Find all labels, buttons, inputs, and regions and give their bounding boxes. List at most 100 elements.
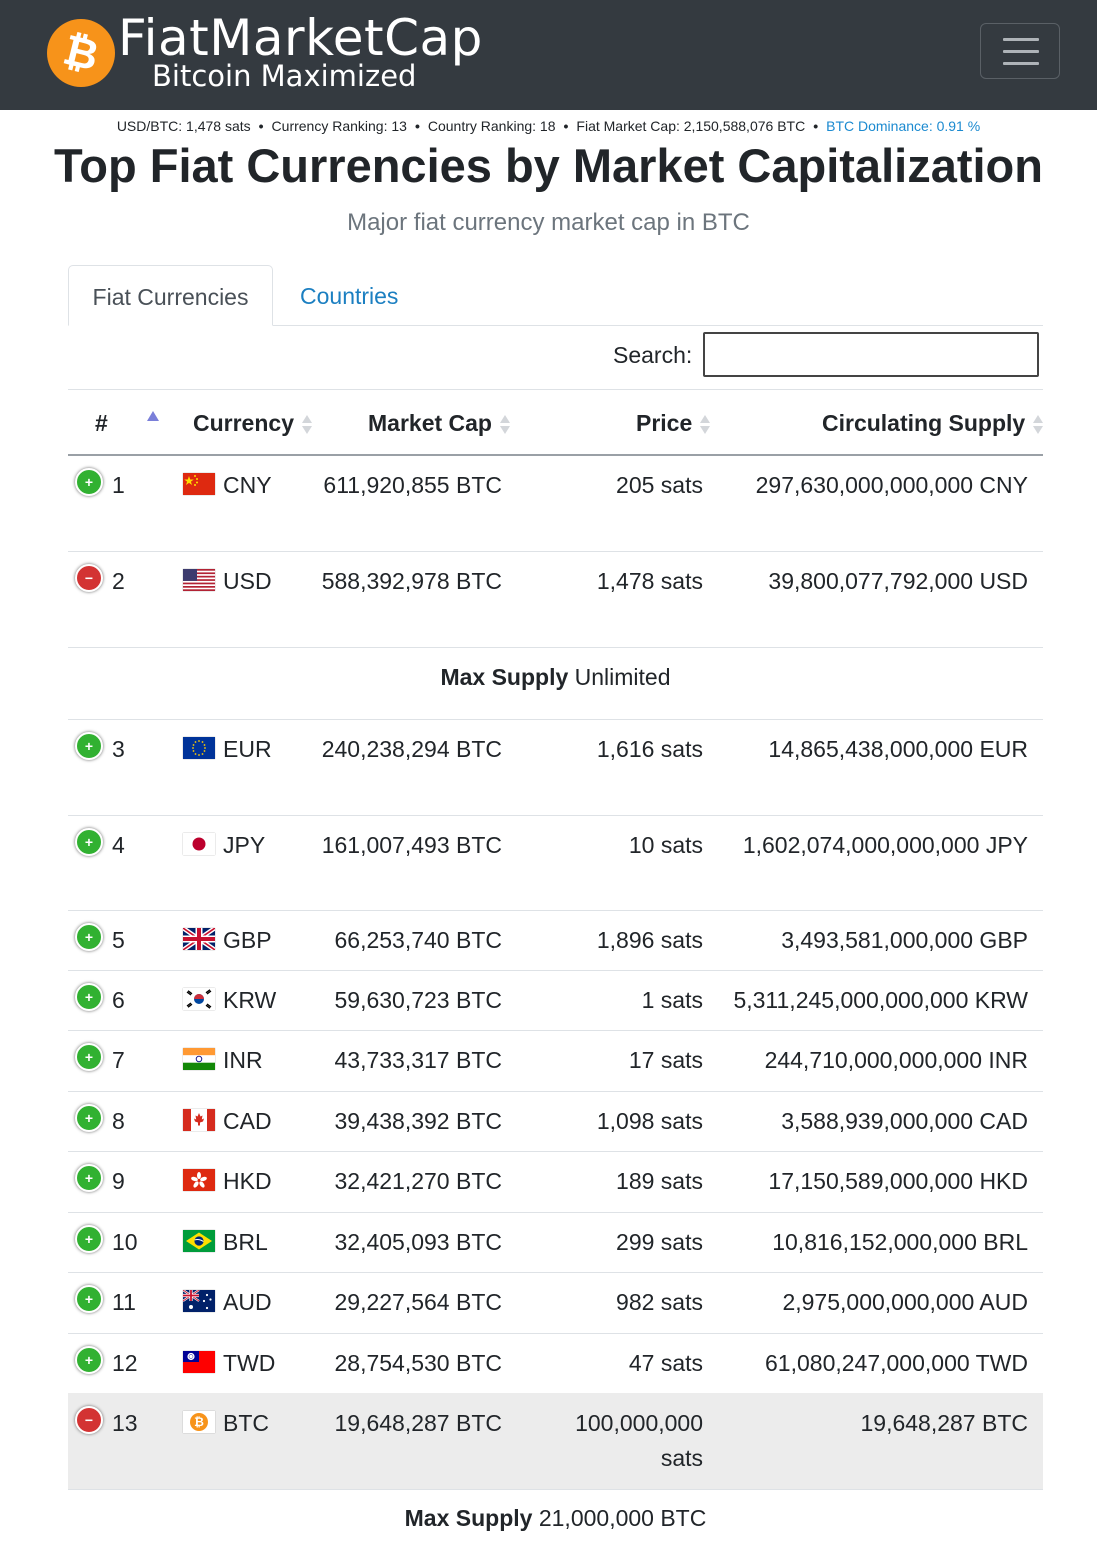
cell-rank: 7 (112, 1047, 125, 1073)
hamburger-icon (1003, 50, 1039, 53)
header-currency-label: Currency (193, 410, 294, 436)
cell-currency-link[interactable]: BRL (223, 1225, 268, 1260)
cell-market-cap: 588,392,978 BTC (321, 568, 502, 594)
tab-fiat-currencies[interactable]: Fiat Currencies (68, 265, 273, 326)
cell-currency-link[interactable]: AUD (223, 1285, 272, 1320)
max-supply-value: 21,000,000 BTC (538, 1505, 707, 1531)
cell-currency-link[interactable]: EUR (223, 732, 272, 767)
menu-toggle-button[interactable] (980, 23, 1060, 79)
header-currency[interactable]: Currency (193, 408, 312, 438)
expand-row-icon[interactable]: + (75, 1164, 103, 1192)
max-supply-label: Max Supply (440, 664, 569, 690)
cell-market-cap: 43,733,317 BTC (334, 1047, 502, 1073)
expand-row-icon[interactable]: + (75, 1104, 103, 1132)
table-row[interactable]: +4 JPY 161,007,493 BTC 10 sats 1,602,074,000… (68, 815, 1043, 910)
cell-currency-link[interactable]: CAD (223, 1104, 272, 1139)
cell-currency-link[interactable]: TWD (223, 1346, 275, 1381)
flag-gbp-icon (183, 928, 215, 950)
tab-countries[interactable]: Countries (300, 281, 398, 311)
cell-price: 1,478 sats (596, 568, 703, 594)
cell-market-cap: 59,630,723 BTC (334, 987, 502, 1013)
stat-usd-btc: USD/BTC: 1,478 sats (116, 118, 251, 134)
cell-rank: 10 (112, 1229, 138, 1255)
cell-rank: 12 (112, 1350, 138, 1376)
flag-twd-icon (183, 1351, 215, 1373)
row-divider (68, 1489, 1043, 1490)
flag-krw-icon (183, 988, 215, 1010)
table-row[interactable]: +10 BRL 32,405,093 BTC 299 sats 10,816,152,0… (68, 1212, 1043, 1272)
cell-currency-link[interactable]: JPY (223, 828, 265, 863)
table-row[interactable]: +9 HKD 32,421,270 BTC 189 sats 17,150,589,00… (68, 1151, 1043, 1212)
table-row[interactable]: −2 USD 588,392,978 BTC 1,478 sats 39,800,077… (68, 551, 1043, 647)
stat-separator: • (563, 118, 569, 134)
cell-rank: 2 (112, 568, 125, 594)
table-row[interactable]: +3 EUR 240,238,294 BTC 1,616 sats 14,865,438… (68, 719, 1043, 815)
expand-row-icon[interactable]: + (75, 1225, 103, 1253)
table-row[interactable]: +12 TWD 28,754,530 BTC 47 sats 61,080,247,00… (68, 1333, 1043, 1393)
bitcoin-logo-icon[interactable]: ₿ (47, 19, 115, 87)
flag-eur-icon (183, 737, 215, 759)
expand-row-icon[interactable]: + (75, 828, 103, 856)
cell-rank: 9 (112, 1168, 125, 1194)
cell-supply: 244,710,000,000,000 INR (764, 1047, 1028, 1073)
row-divider (68, 647, 1043, 648)
expand-row-icon[interactable]: + (75, 1346, 103, 1374)
table-row[interactable]: +5 GBP 66,253,740 BTC 1,896 sats 3,493,581,0… (68, 910, 1043, 970)
cell-rank: 6 (112, 987, 125, 1013)
cell-currency-link[interactable]: INR (223, 1043, 263, 1078)
cell-price: 982 sats (616, 1289, 703, 1315)
header-market-cap[interactable]: Market Cap (368, 408, 510, 438)
cell-currency-link[interactable]: CNY (223, 468, 272, 503)
cell-price: 17 sats (628, 1047, 703, 1073)
cell-market-cap: 29,227,564 BTC (334, 1289, 502, 1315)
expand-row-icon[interactable]: + (75, 732, 103, 760)
cell-currency-link[interactable]: BTC (223, 1406, 269, 1441)
hamburger-icon (1003, 62, 1039, 65)
cell-rank: 13 (112, 1410, 138, 1436)
table-row[interactable]: +6 KRW 59,630,723 BTC 1 sats 5,311,245,000,0… (68, 970, 1043, 1030)
cell-currency-link[interactable]: USD (223, 564, 272, 599)
table-row[interactable]: +7 INR 43,733,317 BTC 17 sats 244,710,000,00… (68, 1030, 1043, 1091)
cell-currency-link[interactable]: KRW (223, 983, 276, 1018)
cell-supply: 297,630,000,000,000 CNY (755, 472, 1028, 498)
divider (68, 389, 1043, 390)
cell-currency-link[interactable]: GBP (223, 923, 272, 958)
stat-btc-dominance-link[interactable]: BTC Dominance: 0.91 % (826, 118, 980, 134)
cell-rank: 8 (112, 1108, 125, 1134)
table-row[interactable]: +1 CNY 611,920,855 BTC 205 sats 297,630,000,… (68, 455, 1043, 551)
cell-market-cap: 39,438,392 BTC (334, 1108, 502, 1134)
cell-market-cap: 611,920,855 BTC (323, 472, 502, 498)
navbar: ₿ FiatMarketCap Bitcoin Maximized (0, 0, 1097, 110)
cell-currency-link[interactable]: HKD (223, 1164, 272, 1199)
header-supply[interactable]: Circulating Supply (822, 408, 1044, 438)
flag-inr-icon (183, 1048, 215, 1070)
collapse-row-icon[interactable]: − (75, 1406, 103, 1434)
btc-child-row: Max Supply 21,000,000 BTC (68, 1503, 1043, 1533)
expand-row-icon[interactable]: + (75, 1285, 103, 1313)
flag-usd-icon (183, 569, 215, 591)
cell-market-cap: 32,421,270 BTC (334, 1168, 502, 1194)
sort-ascending-icon[interactable] (147, 411, 159, 421)
table-row[interactable]: +8 CAD 39,438,392 BTC 1,098 sats 3,588,939,0… (68, 1091, 1043, 1151)
expand-row-icon[interactable]: + (75, 923, 103, 951)
sort-icon (301, 414, 312, 436)
cell-supply: 1,602,074,000,000,000 JPY (742, 832, 1028, 858)
cell-market-cap: 161,007,493 BTC (321, 832, 502, 858)
stats-bar: USD/BTC: 1,478 sats • Currency Ranking: 13… (0, 116, 1097, 136)
expand-row-icon[interactable]: + (75, 468, 103, 496)
search-input[interactable] (703, 332, 1039, 377)
cell-market-cap: 19,648,287 BTC (334, 1410, 502, 1436)
collapse-row-icon[interactable]: − (75, 564, 103, 592)
header-price[interactable]: Price (636, 408, 711, 438)
sort-icon (499, 414, 510, 436)
expand-row-icon[interactable]: + (75, 983, 103, 1011)
expand-row-icon[interactable]: + (75, 1043, 103, 1071)
header-rank[interactable]: # (95, 408, 108, 438)
table-row[interactable]: +11 AUD 29,227,564 BTC 982 sats 2,975,000,00… (68, 1272, 1043, 1333)
table-row[interactable]: −13 ₿ BTC 19,648,287 BTC 100,000,000 sats 19,… (68, 1393, 1043, 1489)
cell-price: 10 sats (628, 832, 703, 858)
cell-price: 205 sats (616, 472, 703, 498)
sort-icon (700, 414, 711, 436)
max-supply-value: Unlimited (574, 664, 671, 690)
cell-supply: 17,150,589,000,000 HKD (768, 1168, 1028, 1194)
